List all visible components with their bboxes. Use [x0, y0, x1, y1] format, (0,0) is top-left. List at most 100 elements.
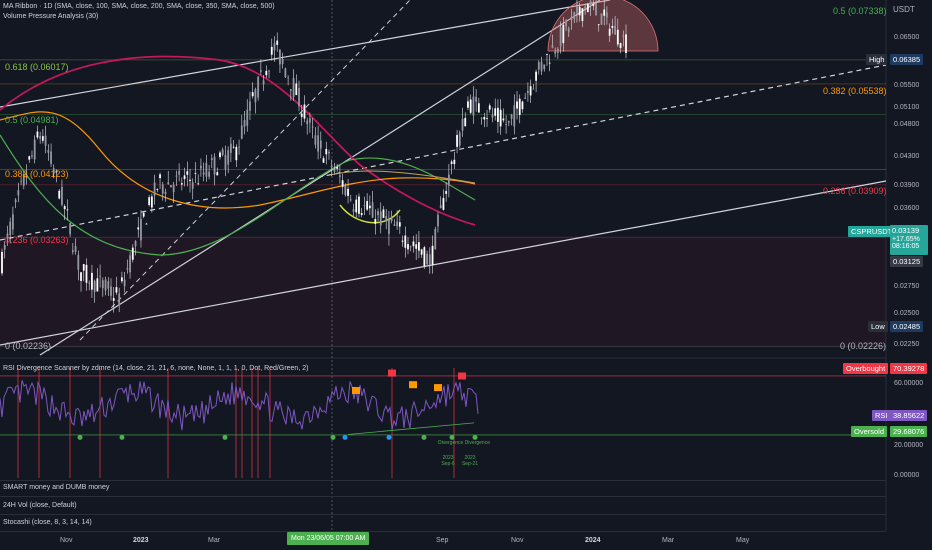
- price-tick-label: 0.05500: [894, 81, 920, 89]
- candle-body: [33, 139, 36, 160]
- candle-body: [11, 214, 14, 230]
- candle-body: [447, 174, 450, 186]
- rsi-panel-title[interactable]: RSI Divergence Scanner by zdmre (14, clo…: [3, 365, 308, 372]
- candle-body: [608, 28, 611, 36]
- candle-body: [532, 88, 535, 90]
- last-price-value: 0.03139: [892, 226, 920, 235]
- candle-body: [137, 227, 140, 230]
- fib-left-0: 0 (0.02236): [5, 341, 52, 351]
- candle-body: [82, 264, 85, 271]
- candle-body: [595, 3, 597, 16]
- candle-body: [140, 218, 142, 241]
- candle-body: [74, 246, 77, 252]
- candle-body: [371, 202, 374, 218]
- candle-body: [289, 89, 292, 91]
- candle-body: [238, 146, 240, 148]
- divergence-flag: [434, 384, 442, 392]
- candle-body: [287, 77, 290, 79]
- time-label-may-2024: May: [736, 537, 750, 544]
- divergence-flag: [409, 381, 417, 389]
- divergence-date-2: 2023 Sep-21: [461, 455, 479, 467]
- divergence-flag: [352, 387, 360, 394]
- indicator-legend-volume-pressure[interactable]: Volume Pressure Analysis (30): [3, 13, 98, 20]
- candle-body: [573, 11, 576, 20]
- candle-body: [556, 48, 559, 53]
- panel-separator[interactable]: [0, 514, 886, 515]
- candle-body: [385, 216, 388, 222]
- candle-body: [338, 175, 341, 177]
- candle-body: [600, 13, 603, 25]
- candle-body: [521, 101, 524, 110]
- candle-body: [91, 272, 93, 290]
- candle-body: [303, 104, 306, 119]
- candle-body: [1, 251, 3, 274]
- candle-body: [516, 101, 518, 109]
- candle-body: [494, 108, 497, 116]
- overbought-value-tag: 70.39278: [890, 363, 928, 374]
- bar-countdown: 08:16:05: [892, 243, 920, 250]
- candle-body: [224, 154, 227, 170]
- price-tick-label: 0.05100: [894, 103, 920, 111]
- candle-body: [186, 171, 189, 175]
- candle-body: [319, 140, 322, 149]
- candle-body: [333, 168, 336, 172]
- indicator-legend-ma-ribbon[interactable]: MA Ribbon · 1D (SMA, close, 100, SMA, cl…: [3, 3, 275, 10]
- candle-body: [578, 6, 581, 16]
- panel-separator[interactable]: [0, 496, 886, 497]
- candle-body: [603, 9, 606, 16]
- candle-body: [131, 247, 134, 260]
- candle-body: [325, 148, 328, 155]
- candle-body: [597, 24, 600, 26]
- candle-body: [167, 182, 170, 185]
- candle-body: [142, 212, 145, 217]
- candle-body: [347, 188, 349, 196]
- candle-body: [437, 214, 439, 227]
- candle-body: [559, 27, 562, 47]
- candle-body: [58, 190, 61, 199]
- candle-body: [175, 175, 178, 177]
- candle-body: [281, 59, 284, 64]
- candle-body: [216, 172, 219, 176]
- candle-body: [611, 26, 614, 28]
- candle-body: [178, 171, 181, 175]
- candle-body: [589, 1, 592, 6]
- candle-body: [407, 244, 409, 250]
- candle-body: [202, 172, 205, 175]
- candle-body: [28, 156, 31, 160]
- rsi-line: [0, 380, 479, 431]
- price-tick-label: 0.02750: [894, 282, 920, 290]
- candle-body: [420, 249, 423, 255]
- candle-body: [510, 114, 513, 119]
- candle-body: [210, 158, 213, 161]
- panel-separator[interactable]: [0, 480, 886, 481]
- candle-body: [284, 68, 287, 78]
- candle-body: [219, 152, 221, 158]
- currency-label[interactable]: USDT: [893, 5, 915, 14]
- time-label-nov-2023: Nov: [511, 537, 524, 544]
- candle-body: [104, 279, 107, 291]
- candle-body: [20, 181, 22, 183]
- candle-body: [366, 201, 369, 210]
- rsi-tick-20: 20.00000: [894, 442, 924, 449]
- candle-body: [306, 120, 309, 125]
- candle-body: [418, 242, 420, 251]
- panel-24h-vol[interactable]: 24H Vol (close, Default): [3, 502, 77, 509]
- candle-body: [170, 185, 172, 188]
- candle-body: [412, 241, 415, 247]
- candle-body: [14, 199, 17, 203]
- candle-body: [39, 135, 42, 139]
- candle-body: [85, 264, 88, 283]
- time-label-2024: 2024: [585, 537, 601, 544]
- candle-body: [194, 173, 197, 174]
- candle-body: [129, 255, 131, 273]
- chart-canvas[interactable]: [0, 0, 932, 550]
- candle-body: [592, 4, 595, 6]
- candle-body: [180, 183, 183, 185]
- price-tick-label: 0.04800: [894, 121, 920, 129]
- candle-body: [235, 146, 238, 161]
- panel-smart-money[interactable]: SMART money and DUMB money: [3, 484, 109, 491]
- panel-stocashi[interactable]: Stocashi (close, 8, 3, 14, 14): [3, 519, 92, 526]
- candle-body: [456, 134, 458, 147]
- candle-body: [9, 221, 12, 236]
- candle-body: [352, 209, 355, 212]
